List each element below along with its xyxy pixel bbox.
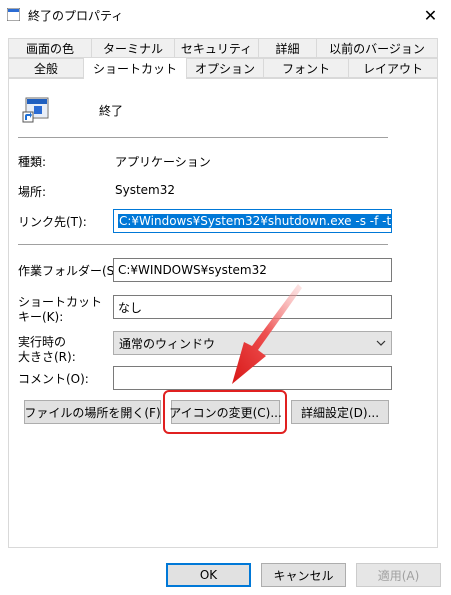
type-value: アプリケーション [115, 155, 211, 169]
tab-options[interactable]: オプション [186, 58, 264, 78]
run-size-label-line2: 大きさ(R): [18, 350, 76, 364]
open-file-location-button[interactable]: ファイルの場所を開く(F) [24, 400, 161, 424]
target-field[interactable]: C:¥Windows¥System32¥shutdown.exe -s -f -… [113, 209, 392, 233]
start-in-field[interactable]: C:¥WINDOWS¥system32 [113, 258, 392, 282]
target-label: リンク先(T): [18, 215, 87, 229]
tab-details[interactable]: 詳細 [258, 38, 317, 58]
tab-screen-color[interactable]: 画面の色 [8, 38, 92, 58]
location-value: System32 [115, 183, 176, 197]
comment-label: コメント(O): [18, 372, 89, 386]
shortcut-name: 終了 [99, 104, 124, 118]
location-label: 場所: [18, 185, 47, 199]
start-in-label: 作業フォルダー(S): [18, 264, 124, 278]
hotkey-value: なし [118, 300, 143, 315]
ok-button[interactable]: OK [166, 563, 251, 587]
close-button[interactable]: ✕ [410, 0, 451, 31]
tab-security[interactable]: セキュリティ [174, 38, 259, 58]
highlight-box [163, 390, 287, 434]
advanced-button[interactable]: 詳細設定(D)... [291, 400, 389, 424]
apply-button[interactable]: 適用(A) [356, 563, 441, 587]
title-bar: 終了のプロパティ ✕ [0, 0, 451, 31]
tab-terminal[interactable]: ターミナル [91, 38, 175, 58]
tab-previous-versions[interactable]: 以前のバージョン [316, 38, 438, 58]
type-label: 種類: [18, 155, 47, 169]
tab-layout[interactable]: レイアウト [348, 58, 438, 78]
tab-general[interactable]: 全般 [8, 58, 84, 78]
divider [18, 137, 388, 138]
start-in-value: C:¥WINDOWS¥system32 [118, 263, 267, 277]
tab-shortcut[interactable]: ショートカット [83, 57, 187, 79]
tab-font[interactable]: フォント [263, 58, 349, 78]
chevron-down-icon [376, 340, 386, 346]
window-title: 終了のプロパティ [28, 9, 124, 23]
divider [18, 244, 388, 245]
red-arrow-icon [232, 284, 302, 384]
shortcut-app-icon [22, 97, 49, 123]
target-value: C:¥Windows¥System32¥shutdown.exe -s -f -… [118, 214, 391, 228]
cancel-button[interactable]: キャンセル [261, 563, 346, 587]
shortcut-app-icon [7, 8, 20, 21]
hotkey-label-line2: キー(K): [18, 310, 64, 324]
